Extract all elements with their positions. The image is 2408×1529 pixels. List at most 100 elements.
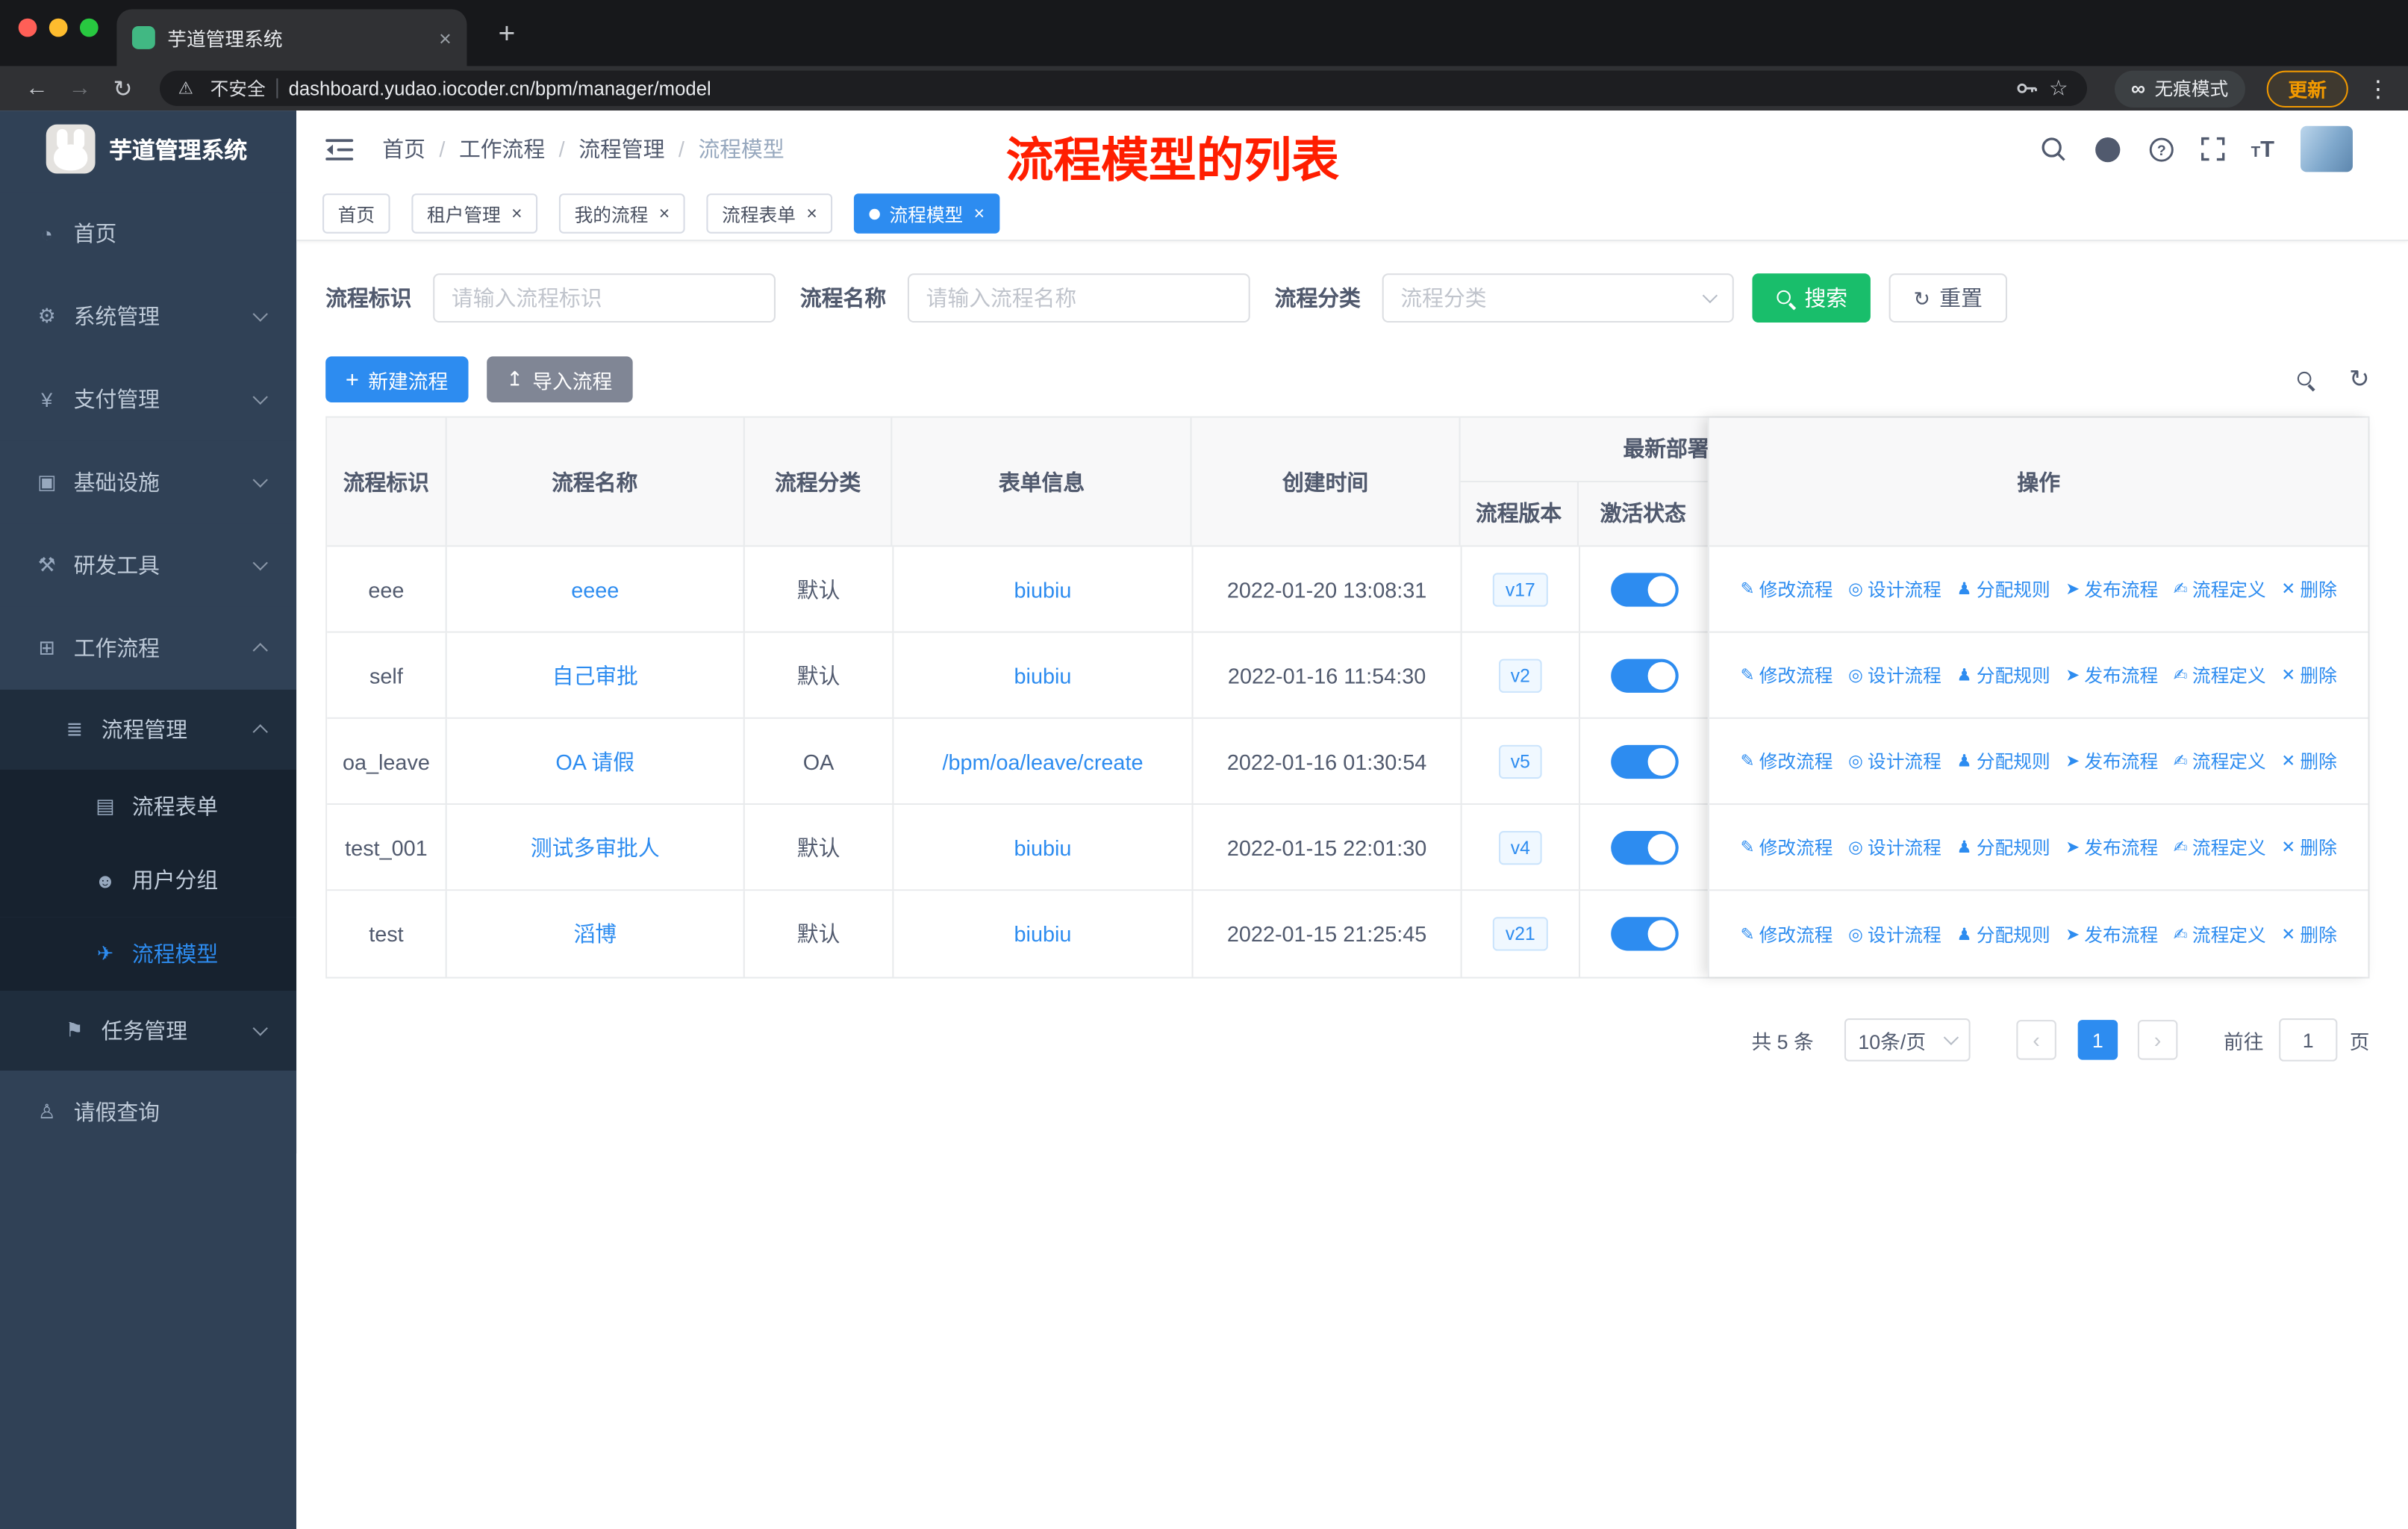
active-toggle[interactable] — [1611, 744, 1679, 779]
url-text[interactable]: dashboard.yudao.iocoder.cn/bpm/manager/m… — [289, 78, 2005, 99]
security-label[interactable]: 不安全 — [210, 75, 266, 102]
close-window-button[interactable] — [18, 18, 37, 37]
view-tab[interactable]: 流程模型 — [854, 193, 1000, 234]
sidebar-item[interactable]: ⚙ 系统管理 — [0, 275, 297, 358]
key-icon[interactable] — [2015, 77, 2039, 100]
action-link[interactable]: ◎ 设计流程 — [1848, 662, 1941, 688]
process-name-link[interactable]: 测试多审批人 — [531, 832, 660, 862]
search-button[interactable]: 搜索 — [1752, 273, 1871, 323]
form-info-link[interactable]: biubiu — [1014, 921, 1072, 946]
search-icon[interactable] — [2039, 135, 2067, 163]
action-link[interactable]: ➤ 发布流程 — [2065, 748, 2158, 774]
breadcrumb-item[interactable]: 首页 — [382, 134, 425, 164]
close-tab-icon[interactable] — [974, 203, 985, 225]
view-tab[interactable]: 我的流程 — [558, 193, 685, 234]
breadcrumb-item[interactable]: 流程管理 — [545, 134, 664, 164]
action-link[interactable]: ◎ 设计流程 — [1848, 834, 1941, 860]
create-process-button[interactable]: 新建流程 — [325, 356, 469, 403]
action-link[interactable]: ♟ 分配规则 — [1956, 834, 2050, 860]
breadcrumb-item[interactable]: 工作流程 — [425, 134, 545, 164]
action-link[interactable]: ✍ 流程定义 — [2174, 834, 2266, 860]
action-link[interactable]: ✎ 修改流程 — [1741, 576, 1833, 602]
new-tab-button[interactable] — [488, 17, 525, 54]
back-icon[interactable] — [19, 75, 55, 102]
action-link[interactable]: ◎ 设计流程 — [1848, 748, 1941, 774]
action-link[interactable]: ♟ 分配规则 — [1956, 576, 2050, 602]
action-link[interactable]: ✍ 流程定义 — [2174, 748, 2266, 774]
sidebar-item[interactable]: ⚑ 任务管理 — [0, 991, 297, 1071]
action-link[interactable]: ➤ 发布流程 — [2065, 834, 2158, 860]
action-link[interactable]: ✍ 流程定义 — [2174, 921, 2266, 947]
reset-button[interactable]: 重置 — [1888, 273, 2007, 323]
form-info-link[interactable]: biubiu — [1014, 835, 1072, 859]
view-tab[interactable]: 首页 — [322, 193, 390, 234]
github-icon[interactable] — [2093, 134, 2122, 164]
close-tab-icon[interactable] — [659, 203, 670, 225]
action-link[interactable]: ➤ 发布流程 — [2065, 921, 2158, 947]
prev-page-button[interactable] — [2016, 1020, 2056, 1060]
action-link[interactable]: ✎ 修改流程 — [1741, 834, 1833, 860]
view-tab[interactable]: 流程表单 — [706, 193, 833, 234]
process-key-input[interactable] — [433, 273, 776, 323]
next-page-button[interactable] — [2137, 1020, 2178, 1060]
action-link[interactable]: ➤ 发布流程 — [2065, 576, 2158, 602]
address-bar[interactable]: 不安全 dashboard.yudao.iocoder.cn/bpm/manag… — [159, 70, 2087, 106]
form-info-link[interactable]: biubiu — [1014, 663, 1072, 688]
close-tab-icon[interactable] — [511, 203, 522, 225]
view-tab[interactable]: 租户管理 — [411, 193, 538, 234]
more-menu-icon[interactable] — [2366, 75, 2389, 102]
reload-icon[interactable] — [105, 75, 141, 102]
close-tab-icon[interactable] — [806, 203, 817, 225]
help-icon[interactable]: ? — [2148, 136, 2174, 162]
sidebar-item[interactable]: ▤ 流程表单 — [0, 769, 297, 844]
sidebar-item[interactable]: ⚒ 研发工具 — [0, 523, 297, 607]
action-link[interactable]: ✕ 删除 — [2281, 662, 2337, 688]
action-link[interactable]: ♟ 分配规则 — [1956, 921, 2050, 947]
active-toggle[interactable] — [1611, 658, 1679, 692]
action-link[interactable]: ✎ 修改流程 — [1741, 662, 1833, 688]
page-number-current[interactable]: 1 — [2077, 1020, 2118, 1060]
sidebar-item[interactable]: ≣ 流程管理 — [0, 689, 297, 770]
bookmark-star-icon[interactable] — [2049, 75, 2068, 102]
minimize-window-button[interactable] — [49, 18, 68, 37]
user-avatar[interactable] — [2300, 125, 2353, 172]
action-link[interactable]: ✕ 删除 — [2281, 921, 2337, 947]
action-link[interactable]: ✕ 删除 — [2281, 748, 2337, 774]
action-link[interactable]: ✎ 修改流程 — [1741, 748, 1833, 774]
zoom-window-button[interactable] — [79, 18, 99, 37]
action-link[interactable]: ✍ 流程定义 — [2174, 662, 2266, 688]
form-info-link[interactable]: /bpm/oa/leave/create — [942, 749, 1143, 773]
sidebar-item[interactable]: ⊞ 工作流程 — [0, 606, 297, 690]
import-process-button[interactable]: 导入流程 — [486, 356, 633, 403]
process-name-link[interactable]: eeee — [571, 577, 619, 602]
breadcrumb-item[interactable]: 流程模型 — [664, 134, 784, 164]
category-select[interactable]: 流程分类 — [1382, 273, 1734, 323]
active-toggle[interactable] — [1611, 830, 1679, 865]
sidebar-item[interactable]: ▣ 基础设施 — [0, 440, 297, 524]
active-toggle[interactable] — [1611, 917, 1679, 951]
font-size-icon[interactable]: TT — [2251, 136, 2274, 162]
browser-tab[interactable]: 芋道管理系统 — [116, 9, 467, 66]
sidebar-item[interactable]: ✈ 流程模型 — [0, 917, 297, 991]
forward-icon[interactable] — [61, 75, 98, 102]
sidebar-item[interactable]: ◔ 首页 — [0, 192, 297, 275]
action-link[interactable]: ✕ 删除 — [2281, 834, 2337, 860]
sidebar-collapse-icon[interactable] — [325, 137, 355, 161]
sidebar-item[interactable]: ¥ 支付管理 — [0, 358, 297, 441]
action-link[interactable]: ✕ 删除 — [2281, 576, 2337, 602]
sidebar-item[interactable]: ☻ 用户分组 — [0, 843, 297, 918]
action-link[interactable]: ➤ 发布流程 — [2065, 662, 2158, 688]
fullscreen-icon[interactable] — [2200, 137, 2225, 161]
action-link[interactable]: ◎ 设计流程 — [1848, 921, 1941, 947]
form-info-link[interactable]: biubiu — [1014, 577, 1072, 602]
update-button[interactable]: 更新 — [2266, 69, 2348, 107]
show-search-icon[interactable] — [2295, 370, 2315, 390]
refresh-icon[interactable] — [2349, 364, 2370, 395]
sidebar-item[interactable]: ♙ 请假查询 — [0, 1071, 297, 1154]
process-name-link[interactable]: 滔博 — [573, 918, 617, 949]
page-size-select[interactable]: 10条/页 — [1844, 1018, 1971, 1062]
process-name-input[interactable] — [907, 273, 1250, 323]
action-link[interactable]: ✍ 流程定义 — [2174, 576, 2266, 602]
active-toggle[interactable] — [1611, 572, 1679, 606]
process-name-link[interactable]: 自己审批 — [552, 660, 638, 691]
